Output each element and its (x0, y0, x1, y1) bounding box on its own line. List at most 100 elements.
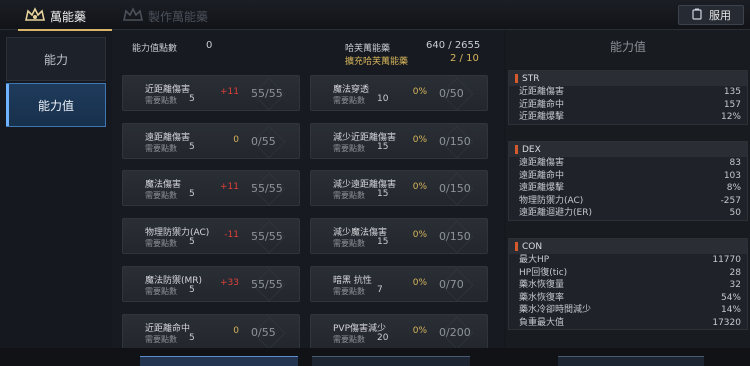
section-header: CON (509, 239, 747, 254)
card-req-label: 需要點數 (145, 287, 177, 296)
card-name: 近距離命中 (145, 324, 191, 334)
card-bonus: -11 (224, 230, 239, 240)
elixir-card-dark-resist[interactable]: 暗黑 抗性 需要點數 7 0% 0/70 (310, 266, 488, 302)
stat-row: HP回復(tic) 28 (509, 267, 747, 280)
elixir-card-ranged-damage[interactable]: 遠距離傷害 需要點數 5 0 0/55 (122, 123, 300, 159)
stat-section-con: CON 最大HP 11770 HP回復(tic) 28 藥水恢復量 32 藥水恢復率 5… (508, 238, 748, 330)
card-progress: 0/200 (439, 326, 471, 339)
stat-row: 遠距離命中 103 (509, 170, 747, 183)
card-name: 魔法穿透 (333, 85, 370, 95)
sidebar-item-ability[interactable]: 能力 (6, 37, 106, 81)
top-bar: 萬能藥 製作萬能藥 服用 (0, 0, 750, 31)
card-progress: 55/55 (251, 278, 283, 291)
elixir-card-magic-damage[interactable]: 魔法傷害 需要點數 5 +11 55/55 (122, 170, 300, 206)
stat-value: 28 (729, 267, 741, 278)
points-label: 能力值點數 (132, 44, 178, 54)
section-marker-icon (515, 145, 518, 154)
elixir-card-pvp-damage-reduction[interactable]: PVP傷害減少 需要點數 20 0% 0/200 (310, 314, 488, 350)
stat-label: 最大HP (519, 255, 550, 265)
card-progress: 55/55 (251, 230, 283, 243)
card-progress: 0/55 (251, 326, 276, 339)
secondary-button[interactable] (312, 356, 470, 366)
stat-row: 負重最大值 17320 (509, 317, 747, 330)
card-bonus: 0 (233, 135, 239, 145)
card-req-value: 15 (377, 189, 389, 199)
stat-row: 近距離命中 157 (509, 99, 747, 112)
stat-value: 8% (726, 183, 741, 193)
card-bonus: 0% (412, 326, 427, 336)
sidebar-item-label: 能力值 (37, 98, 74, 113)
tab-craft-elixir[interactable]: 製作萬能藥 (122, 4, 208, 28)
card-bonus: +11 (220, 87, 239, 97)
card-bonus: +33 (220, 278, 239, 288)
card-bonus: 0 (233, 326, 239, 336)
craft-crown-icon (122, 6, 144, 27)
card-req-label: 需要點數 (333, 239, 365, 248)
stat-row: 藥水恢復率 54% (509, 292, 747, 305)
expand-elixir-label: 擴充哈芙萬能藥 (345, 57, 409, 67)
stats-panel: 能力值 STR 近距離傷害 135 近距離命中 157 近距離爆擊 12% DEX 遠… (506, 30, 750, 366)
card-progress: 0/150 (439, 230, 471, 243)
stat-section-str: STR 近距離傷害 135 近距離命中 157 近距離爆擊 12% (508, 70, 748, 125)
stat-row: 遠距離傷害 83 (509, 157, 747, 170)
card-name: 物理防禦力(AC) (145, 228, 210, 238)
card-req-value: 5 (189, 285, 195, 295)
card-req-value: 15 (377, 142, 389, 152)
stat-value: 12% (720, 112, 741, 122)
card-req-label: 需要點數 (145, 144, 177, 153)
card-req-label: 需要點數 (333, 191, 365, 200)
elixir-card-melee-damage-reduction[interactable]: 減少近距離傷害 需要點數 15 0% 0/150 (310, 123, 488, 159)
stat-label: 遠距離爆擊 (519, 183, 565, 193)
elixir-card-magic-resist[interactable]: 魔法防禦(MR) 需要點數 5 +33 55/55 (122, 266, 300, 302)
card-req-value: 5 (189, 333, 195, 343)
card-req-value: 15 (377, 237, 389, 247)
card-bonus: 0% (412, 135, 427, 145)
tab-elixir[interactable]: 萬能藥 (18, 4, 112, 31)
card-req-label: 需要點數 (145, 96, 177, 105)
stat-label: 遠距離迴避力(ER) (519, 208, 592, 218)
stat-label: 藥水恢復率 (519, 292, 565, 303)
stat-label: 近距離命中 (519, 99, 565, 110)
card-req-value: 7 (377, 285, 383, 295)
card-req-value: 10 (377, 94, 389, 104)
section-name: STR (522, 73, 540, 84)
stat-label: 藥水恢復量 (519, 280, 565, 290)
tertiary-button[interactable] (558, 356, 704, 366)
card-req-label: 需要點數 (333, 96, 365, 105)
card-req-label: 需要點數 (333, 287, 365, 296)
card-name: 暗黑 抗性 (333, 276, 372, 286)
use-button-label: 服用 (709, 9, 731, 22)
card-req-label: 需要點數 (145, 335, 177, 344)
sidebar-item-stats[interactable]: 能力值 (6, 83, 106, 127)
sidebar-item-label: 能力 (43, 52, 68, 67)
elixir-value: 640 / 2655 (426, 40, 481, 51)
card-req-value: 5 (189, 189, 195, 199)
elixir-card-magic-penetration[interactable]: 魔法穿透 需要點數 10 0% 0/50 (310, 75, 488, 111)
card-req-value: 20 (377, 333, 389, 343)
stat-label: 負重最大值 (519, 317, 565, 328)
elixir-card-melee-hit[interactable]: 近距離命中 需要點數 5 0 0/55 (122, 314, 300, 350)
confirm-button[interactable] (140, 356, 298, 366)
points-value: 0 (206, 40, 213, 51)
stat-label: 近距離爆擊 (519, 112, 565, 122)
card-name: 魔法傷害 (145, 180, 182, 190)
stat-row: 遠距離爆擊 8% (509, 182, 747, 195)
card-name: 近距離傷害 (145, 85, 191, 95)
stat-row: 近距離傷害 135 (509, 86, 747, 99)
stat-row: 藥水冷卻時間減少 14% (509, 304, 747, 317)
elixir-card-magic-damage-reduction[interactable]: 減少魔法傷害 需要點數 15 0% 0/150 (310, 218, 488, 254)
stat-value: 11770 (712, 255, 741, 265)
card-req-label: 需要點數 (333, 144, 365, 153)
card-progress: 0/150 (439, 135, 471, 148)
card-bonus: +11 (220, 182, 239, 192)
card-progress: 0/55 (251, 135, 276, 148)
card-req-label: 需要點數 (145, 239, 177, 248)
stat-value: 135 (723, 87, 741, 97)
elixir-card-armor-class[interactable]: 物理防禦力(AC) 需要點數 5 -11 55/55 (122, 218, 300, 254)
section-marker-icon (515, 242, 518, 251)
elixir-card-ranged-damage-reduction[interactable]: 減少遠距離傷害 需要點數 15 0% 0/150 (310, 170, 488, 206)
use-button[interactable]: 服用 (678, 5, 744, 25)
tab-craft-label: 製作萬能藥 (148, 9, 209, 24)
card-req-value: 5 (189, 142, 195, 152)
elixir-card-melee-damage[interactable]: 近距離傷害 需要點數 5 +11 55/55 (122, 75, 300, 111)
